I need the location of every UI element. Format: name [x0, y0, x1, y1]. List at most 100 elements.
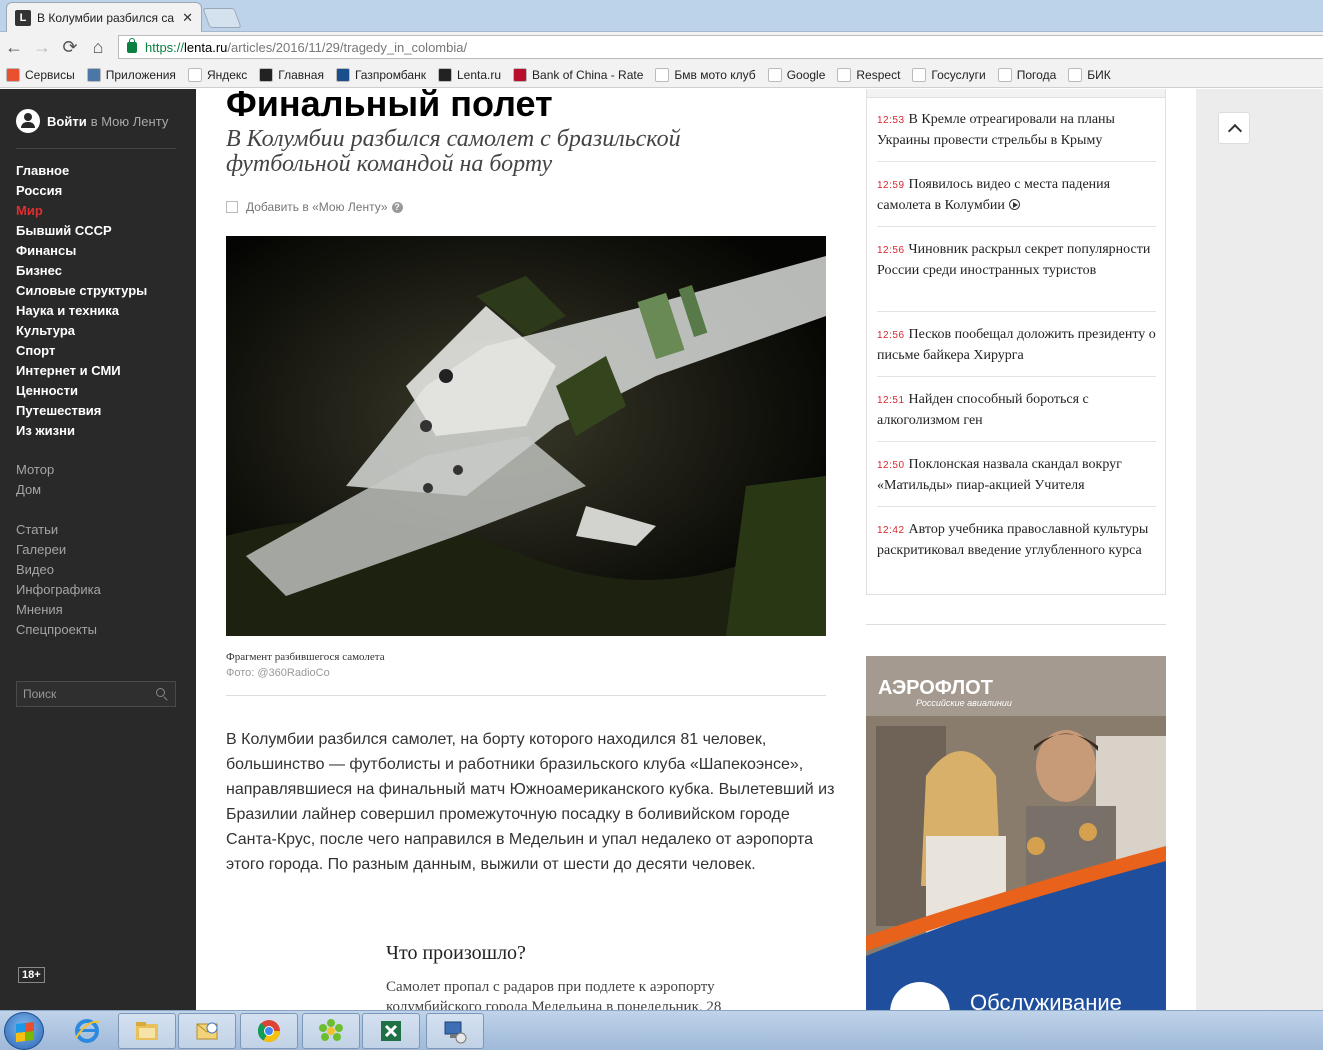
sidebar-nav-item[interactable]: Из жизни	[16, 421, 147, 441]
vk-icon	[86, 67, 101, 82]
search-input[interactable]: Поиск	[16, 681, 176, 707]
bookmark-item[interactable]: Газпромбанк	[335, 67, 426, 82]
add-to-feed-checkbox[interactable]	[226, 201, 238, 213]
sidebar-nav-item[interactable]: Культура	[16, 321, 147, 341]
sidebar-nav-item[interactable]: Финансы	[16, 241, 147, 261]
what-happened-text: Самолет пропал с радаров при подлете к а…	[386, 979, 722, 1010]
sidebar-nav-item[interactable]: Силовые структуры	[16, 281, 147, 301]
video-play-icon	[1008, 199, 1020, 210]
bookmark-label: Газпромбанк	[354, 67, 426, 82]
news-time: 12:42	[877, 525, 905, 536]
aeroflot-ad-image: АЭРОФЛОТ Российские авиалинии Обслуживан…	[866, 656, 1166, 1010]
sidebar-nav-item[interactable]: Бывший СССР	[16, 221, 147, 241]
start-orb-icon[interactable]	[4, 1012, 44, 1050]
news-time: 12:59	[877, 180, 905, 191]
login-label: Войти	[47, 113, 87, 129]
bookmark-item[interactable]: Яндекс	[187, 67, 248, 82]
bookmark-label: Bank of China - Rate	[532, 67, 644, 82]
news-item[interactable]: 12:51 Найден способный бороться с алкогол…	[877, 390, 1156, 431]
bookmark-item[interactable]: Приложения	[86, 67, 176, 82]
back-arrow-icon[interactable]: ←	[0, 37, 28, 58]
news-item[interactable]: 12:59 Появилось видео с места падения сам…	[877, 175, 1156, 216]
bookmark-item[interactable]: Госуслуги	[912, 67, 986, 82]
news-divider	[877, 441, 1156, 442]
close-tab-icon[interactable]: ✕	[182, 10, 193, 26]
news-item[interactable]: 12:53 В Кремле отреагировали на планы Укр…	[877, 110, 1156, 151]
login-link[interactable]: Войти в Мою Ленту	[16, 109, 168, 133]
bookmark-label: Яндекс	[206, 67, 248, 82]
sidebar-nav-item[interactable]: Интернет и СМИ	[16, 361, 147, 381]
sidebar-nav-item[interactable]: Бизнес	[16, 261, 147, 281]
icq-icon[interactable]	[302, 1013, 360, 1049]
bookmark-item[interactable]: Lenta.ru	[437, 67, 501, 82]
search-placeholder: Поиск	[23, 687, 57, 701]
sidebar-extra-item[interactable]: Дом	[16, 480, 54, 500]
bookmark-item[interactable]: Погода	[997, 67, 1056, 82]
bookmark-item[interactable]: Главная	[259, 67, 324, 82]
new-tab-button[interactable]	[202, 8, 242, 28]
bookmark-label: Google	[786, 67, 826, 82]
sidebar-divider	[16, 148, 176, 149]
help-icon[interactable]: ?	[391, 201, 403, 213]
sidebar-nav-item[interactable]: Россия	[16, 181, 147, 201]
news-item[interactable]: 12:42 Автор учебника православной культур…	[877, 520, 1156, 561]
address-bar[interactable]: https:// lenta.ru /articles/2016/11/29/t…	[118, 35, 1323, 59]
column-divider	[866, 624, 1166, 625]
bookmark-item[interactable]: БИК	[1068, 67, 1111, 82]
lenta-icon	[437, 67, 452, 82]
bookmark-item[interactable]: Bank of China - Rate	[513, 67, 644, 82]
news-item[interactable]: 12:56 Песков пообещал доложить президенту…	[877, 325, 1156, 366]
sidebar-nav-item[interactable]: Спорт	[16, 341, 147, 361]
add-to-feed-link[interactable]: Добавить в «Мою Ленту» ?	[226, 200, 403, 214]
chrome-icon[interactable]	[240, 1013, 298, 1049]
book-icon	[1068, 67, 1083, 82]
sidebar-nav-item[interactable]: Путешествия	[16, 401, 147, 421]
search-icon[interactable]	[156, 688, 165, 697]
bookmark-item[interactable]: Бмв мото клуб	[655, 67, 756, 82]
sidebar-nav-item[interactable]: Наука и техника	[16, 301, 147, 321]
sidebar-section-item[interactable]: Инфографика	[16, 580, 101, 600]
browser-tab[interactable]: L В Колумбии разбился са ✕	[6, 2, 202, 32]
article-title: Финальный полет	[226, 89, 553, 124]
sidebar-nav-item[interactable]: Ценности	[16, 381, 147, 401]
aeroflot-ad-banner[interactable]: АЭРОФЛОТ Российские авиалинии Обслуживан…	[866, 656, 1166, 1010]
bookmark-label: Respect	[856, 67, 901, 82]
sidebar-nav-item[interactable]: Мир	[16, 201, 147, 221]
scroll-to-top-button[interactable]	[1218, 112, 1250, 144]
gazprombank-icon	[335, 67, 350, 82]
user-avatar-icon	[16, 109, 40, 133]
sidebar-section-item[interactable]: Спецпроекты	[16, 620, 101, 640]
excel-icon[interactable]	[362, 1013, 420, 1049]
add-to-feed-label: Добавить в «Мою Ленту»	[246, 200, 388, 214]
lock-icon	[127, 37, 137, 53]
yandex-icon	[187, 67, 202, 82]
home-icon[interactable]: ⌂	[84, 37, 112, 58]
outlook-icon[interactable]	[178, 1013, 236, 1049]
news-item[interactable]: 12:56 Чиновник раскрыл секрет популярност…	[877, 240, 1156, 281]
forward-arrow-icon[interactable]: →	[28, 37, 56, 58]
news-time: 12:51	[877, 395, 905, 406]
news-headline: Поклонская назвала скандал вокруг «Матил…	[877, 457, 1122, 493]
reload-icon[interactable]: ⟳	[56, 37, 84, 58]
file-explorer-icon[interactable]	[118, 1013, 176, 1049]
sidebar-section-item[interactable]: Видео	[16, 560, 101, 580]
weather-drop-icon	[997, 67, 1012, 82]
sidebar-section-item[interactable]: Галереи	[16, 540, 101, 560]
bookmark-item[interactable]: Respect	[837, 67, 901, 82]
google-icon	[767, 67, 782, 82]
respect-icon	[837, 67, 852, 82]
sidebar-nav-item[interactable]: Главное	[16, 161, 147, 181]
sidebar-extra-item[interactable]: Мотор	[16, 460, 54, 480]
sidebar-section-item[interactable]: Статьи	[16, 520, 101, 540]
sidebar-section-item[interactable]: Мнения	[16, 600, 101, 620]
ad-brand: АЭРОФЛОТ	[878, 677, 993, 699]
apps-grid-icon	[6, 67, 20, 82]
news-headline: В Кремле отреагировали на планы Украины …	[877, 112, 1115, 148]
network-connection-icon[interactable]	[426, 1013, 484, 1049]
news-item[interactable]: 12:50 Поклонская назвала скандал вокруг «…	[877, 455, 1156, 496]
bookmark-item[interactable]: Сервисы	[6, 67, 75, 82]
bookmark-item[interactable]: Google	[767, 67, 826, 82]
internet-explorer-icon[interactable]	[58, 1013, 116, 1049]
site-sidebar: Войти в Мою Ленту Главное Россия Мир Бывший…	[0, 89, 196, 1010]
age-rating-badge: 18+	[18, 967, 45, 983]
